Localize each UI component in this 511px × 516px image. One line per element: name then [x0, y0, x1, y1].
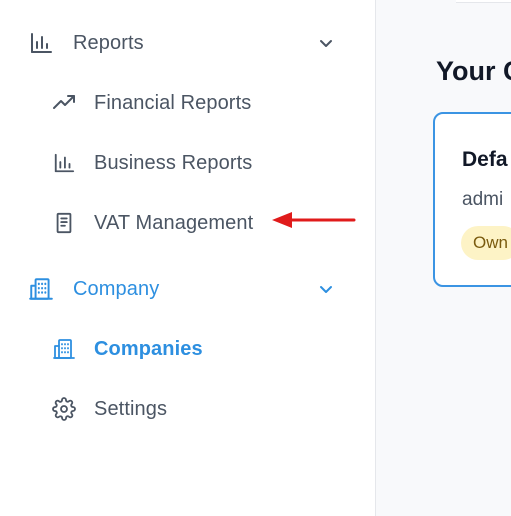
gear-icon — [51, 396, 77, 422]
top-bar — [456, 0, 511, 3]
sidebar-item-companies[interactable]: Companies — [0, 329, 376, 369]
chevron-down-icon[interactable] — [315, 32, 337, 54]
sidebar-item-settings[interactable]: Settings — [0, 389, 376, 429]
sidebar-item-label: Financial Reports — [94, 91, 252, 114]
sidebar-section-company[interactable]: Company — [0, 269, 376, 309]
sidebar-section-label: Reports — [73, 31, 144, 54]
sidebar: Reports Financial Reports Business Repor… — [0, 0, 376, 516]
sidebar-item-label: Settings — [94, 397, 168, 420]
role-badge: Own — [461, 226, 511, 260]
red-arrow-icon — [272, 212, 356, 228]
trending-up-icon — [51, 90, 77, 116]
sidebar-item-label: VAT Management — [94, 211, 254, 234]
bar-chart-icon — [28, 30, 54, 56]
company-card[interactable]: Defa admi Own — [433, 112, 511, 287]
sidebar-section-label: Company — [73, 277, 160, 300]
sidebar-item-financial-reports[interactable]: Financial Reports — [0, 83, 376, 123]
building-icon — [28, 276, 54, 302]
bar-chart-icon — [51, 150, 77, 176]
main-content: Your C Defa admi Own — [376, 0, 511, 516]
sidebar-item-label: Business Reports — [94, 151, 253, 174]
sidebar-section-reports[interactable]: Reports — [0, 23, 376, 63]
chevron-down-icon[interactable] — [315, 278, 337, 300]
building-icon — [51, 336, 77, 362]
receipt-icon — [51, 210, 77, 236]
company-card-title: Defa — [462, 148, 508, 171]
sidebar-item-business-reports[interactable]: Business Reports — [0, 143, 376, 183]
page-title: Your C — [436, 56, 511, 86]
company-card-subtitle: admi — [462, 189, 504, 210]
sidebar-item-label: Companies — [94, 337, 203, 360]
